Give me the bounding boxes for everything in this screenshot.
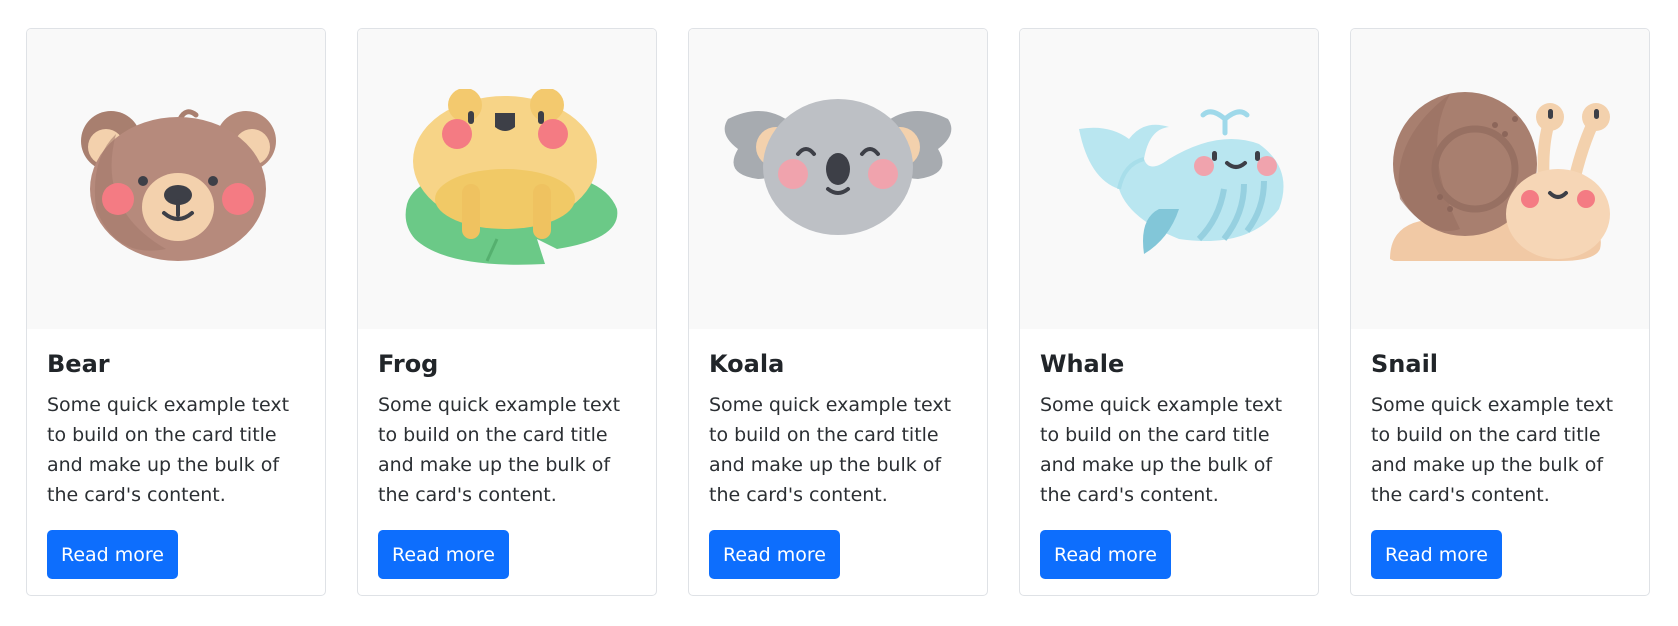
card-image: [1020, 29, 1318, 329]
card-koala: Koala Some quick example text to build o…: [688, 28, 988, 596]
card-image: [689, 29, 987, 329]
card-title: Bear: [47, 350, 110, 378]
read-more-button[interactable]: Read more: [47, 530, 178, 579]
card-image: [27, 29, 325, 329]
card-image: [1351, 29, 1649, 329]
read-more-button[interactable]: Read more: [709, 530, 840, 579]
card-text: Some quick example text to build on the …: [378, 394, 621, 506]
card-snail: Snail Some quick example text to build o…: [1350, 28, 1650, 596]
card-whale: Whale Some quick example text to build o…: [1019, 28, 1319, 596]
card-text: Some quick example text to build on the …: [709, 394, 952, 506]
card-title: Snail: [1371, 350, 1439, 378]
read-more-button[interactable]: Read more: [378, 530, 509, 579]
card-frog: Frog Some quick example text to build on…: [357, 28, 657, 596]
frog-icon: [405, 89, 618, 265]
card-text: Some quick example text to build on the …: [1371, 394, 1614, 506]
snail-icon: [1390, 92, 1610, 261]
card-image: [358, 29, 656, 329]
card-title: Whale: [1040, 350, 1125, 378]
card-title: Frog: [378, 350, 439, 378]
bear-icon: [81, 109, 276, 261]
card-grid: Bear Some quick example text to build on…: [26, 28, 1650, 596]
card-title: Koala: [709, 350, 785, 378]
read-more-button[interactable]: Read more: [1040, 530, 1171, 579]
koala-icon: [724, 99, 952, 235]
whale-icon: [1079, 109, 1284, 254]
card-text: Some quick example text to build on the …: [1040, 394, 1283, 506]
card-text: Some quick example text to build on the …: [47, 394, 290, 506]
read-more-button[interactable]: Read more: [1371, 530, 1502, 579]
card-bear: Bear Some quick example text to build on…: [26, 28, 326, 596]
